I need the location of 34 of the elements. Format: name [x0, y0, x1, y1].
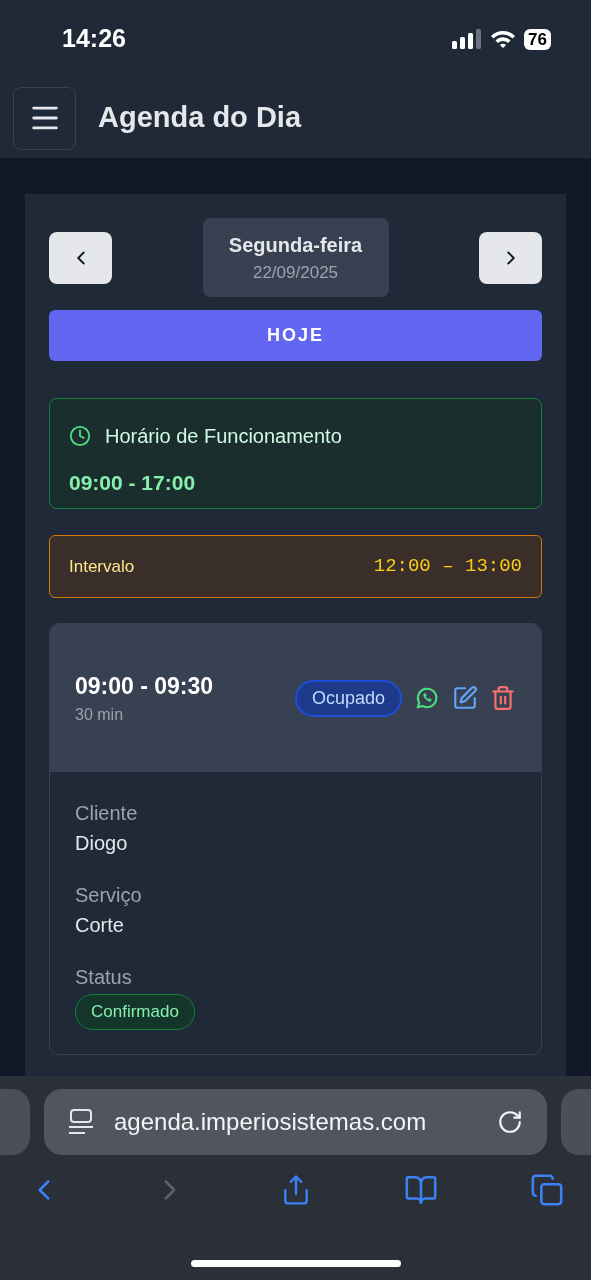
battery-indicator: 76	[524, 28, 551, 50]
weekday: Segunda-feira	[228, 232, 363, 258]
status-badge: Confirmado	[75, 994, 195, 1030]
signal-icon	[452, 29, 483, 49]
opening-hours-title: Horário de Funcionamento	[105, 424, 342, 449]
page-title: Agenda do Dia	[98, 100, 301, 136]
clock-icon	[69, 425, 91, 447]
url-text: agenda.imperiosistemas.com	[114, 1107, 428, 1137]
tabs-icon	[530, 1173, 564, 1207]
page-menu-icon[interactable]	[68, 1108, 94, 1136]
wifi-icon	[490, 29, 517, 49]
field-value: Diogo	[75, 831, 129, 856]
occupied-badge: Ocupado	[294, 679, 402, 717]
field-label: Serviço	[75, 883, 143, 908]
edit-icon[interactable]	[452, 685, 478, 711]
book-icon	[404, 1173, 439, 1207]
whatsapp-icon[interactable]	[414, 685, 440, 711]
reload-icon[interactable]	[497, 1109, 523, 1135]
date: 22/09/2025	[252, 261, 339, 284]
field-label: Cliente	[75, 801, 139, 826]
previous-day-button[interactable]	[49, 231, 112, 284]
next-day-button[interactable]	[479, 231, 542, 284]
menu-button[interactable]	[13, 86, 76, 150]
address-bar[interactable]: agenda.imperiosistemas.com	[44, 1089, 547, 1155]
today-button[interactable]: HOJE	[49, 310, 542, 361]
appointment-duration: 30 min	[75, 705, 125, 726]
break-label: Intervalo	[69, 555, 135, 578]
appointment-time: 09:00 - 09:30	[75, 671, 214, 701]
field-value: Corte	[75, 913, 125, 938]
break-time: 12:00 – 13:00	[373, 554, 522, 580]
field-label: Status	[75, 965, 133, 990]
delete-icon[interactable]	[490, 685, 516, 711]
opening-hours: 09:00 - 17:00	[69, 470, 197, 496]
status-time: 14:26	[62, 23, 126, 55]
